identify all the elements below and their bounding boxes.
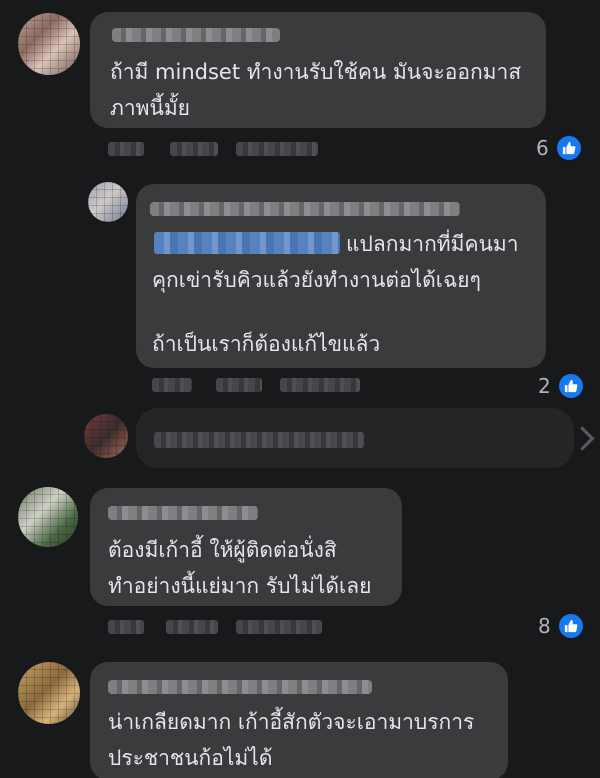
avatar[interactable]	[18, 487, 78, 547]
comment-text-line: ถ้ามี mindset ทำงานรับใช้คน มันจะออกมาส	[110, 60, 522, 84]
timestamp-redacted	[108, 620, 144, 634]
author-name-redacted[interactable]	[150, 202, 460, 216]
comment-text-line: ถ้าเป็นเราก็ต้องแก้ไขแล้ว	[152, 332, 381, 356]
comment-bubble: ถ้ามี mindset ทำงานรับใช้คน มันจะออกมาส …	[90, 12, 546, 128]
author-name-redacted[interactable]	[112, 28, 280, 42]
comment-text-line: น่าเกลียดมาก เก้าอี้สักตัวจะเอามาบรการ	[108, 710, 475, 734]
reply-input[interactable]	[136, 408, 574, 468]
avatar[interactable]	[18, 13, 80, 75]
comment-bubble: น่าเกลียดมาก เก้าอี้สักตัวจะเอามาบรการ ป…	[90, 662, 508, 778]
reply-placeholder-redacted	[154, 432, 364, 448]
mention-redacted[interactable]	[154, 232, 340, 254]
reaction-summary[interactable]: 8	[538, 612, 585, 640]
avatar	[84, 414, 128, 458]
reply-action-redacted[interactable]	[236, 620, 322, 634]
comment-text-line: ประชาชนก้อไม่ได้	[108, 746, 273, 770]
author-name-redacted[interactable]	[108, 680, 372, 694]
reaction-summary[interactable]: 2	[538, 372, 585, 400]
like-icon	[554, 134, 583, 162]
reaction-summary[interactable]: 6	[536, 134, 583, 162]
timestamp-redacted	[108, 142, 144, 156]
like-icon	[556, 372, 585, 400]
avatar[interactable]	[18, 662, 80, 724]
reply-action-redacted[interactable]	[280, 378, 360, 392]
comment-text-line: คุกเข่ารับคิวแล้วยังทำงานต่อได้เฉยๆ	[152, 268, 481, 292]
comment-text-line: ภาพนี้มั้ย	[110, 96, 190, 120]
reaction-count: 6	[536, 136, 549, 160]
like-action-redacted[interactable]	[166, 620, 218, 634]
comment-text-line: ทำอย่างนี้แย่มาก รับไม่ได้เลย	[108, 574, 372, 598]
comment-bubble: ต้องมีเก้าอี้ ให้ผู้ติดต่อนั่งสิ ทำอย่าง…	[90, 488, 402, 606]
author-name-redacted[interactable]	[108, 506, 258, 520]
comment-text-line: แปลกมากที่มีคนมา	[346, 232, 519, 256]
comment-bubble: แปลกมากที่มีคนมา คุกเข่ารับคิวแล้วยังทำง…	[136, 184, 546, 368]
like-action-redacted[interactable]	[170, 142, 218, 156]
timestamp-redacted	[152, 378, 192, 392]
avatar[interactable]	[88, 182, 128, 222]
chevron-right-icon[interactable]	[570, 426, 595, 451]
like-icon	[556, 612, 585, 640]
reply-action-redacted[interactable]	[236, 142, 318, 156]
comment-text-line: ต้องมีเก้าอี้ ให้ผู้ติดต่อนั่งสิ	[108, 538, 337, 562]
reaction-count: 2	[538, 374, 551, 398]
comment-thread: ถ้ามี mindset ทำงานรับใช้คน มันจะออกมาส …	[0, 0, 600, 778]
reaction-count: 8	[538, 614, 551, 638]
like-action-redacted[interactable]	[216, 378, 262, 392]
